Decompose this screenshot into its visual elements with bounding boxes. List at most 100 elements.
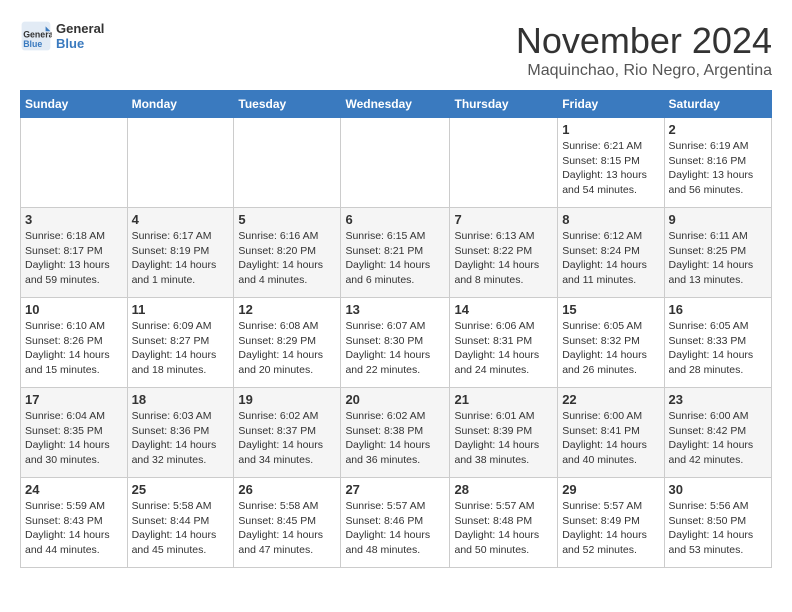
day-info: Sunrise: 6:12 AM Sunset: 8:24 PM Dayligh…: [562, 229, 659, 288]
day-number: 6: [345, 212, 445, 227]
week-row-3: 10 Sunrise: 6:10 AM Sunset: 8:26 PM Dayli…: [21, 298, 772, 388]
day-number: 7: [454, 212, 553, 227]
day-number: 3: [25, 212, 123, 227]
day-info: Sunrise: 6:21 AM Sunset: 8:15 PM Dayligh…: [562, 139, 659, 198]
day-cell: 3Sunrise: 6:18 AM Sunset: 8:17 PM Daylig…: [21, 208, 128, 298]
day-number: 19: [238, 392, 336, 407]
header-wednesday: Wednesday: [341, 91, 450, 118]
day-number: 2: [669, 122, 767, 137]
svg-text:Blue: Blue: [23, 39, 42, 49]
day-number: 26: [238, 482, 336, 497]
day-info: Sunrise: 6:09 AM Sunset: 8:27 PM Dayligh…: [132, 319, 230, 378]
day-info: Sunrise: 6:15 AM Sunset: 8:21 PM Dayligh…: [345, 229, 445, 288]
day-info: Sunrise: 6:07 AM Sunset: 8:30 PM Dayligh…: [345, 319, 445, 378]
day-cell: 6 Sunrise: 6:15 AM Sunset: 8:21 PM Daylig…: [341, 208, 450, 298]
day-info: Sunrise: 5:57 AM Sunset: 8:48 PM Dayligh…: [454, 499, 553, 558]
day-number: 12: [238, 302, 336, 317]
week-row-2: 3Sunrise: 6:18 AM Sunset: 8:17 PM Daylig…: [21, 208, 772, 298]
day-info: Sunrise: 5:56 AM Sunset: 8:50 PM Dayligh…: [669, 499, 767, 558]
title-section: November 2024 Maquinchao, Rio Negro, Arg…: [516, 20, 772, 80]
day-cell: 27 Sunrise: 5:57 AM Sunset: 8:46 PM Dayli…: [341, 478, 450, 568]
day-info: Sunrise: 5:57 AM Sunset: 8:49 PM Dayligh…: [562, 499, 659, 558]
day-number: 22: [562, 392, 659, 407]
day-cell: [341, 118, 450, 208]
logo-blue: Blue: [56, 36, 104, 51]
calendar-header-row: SundayMondayTuesdayWednesdayThursdayFrid…: [21, 91, 772, 118]
day-cell: 2 Sunrise: 6:19 AM Sunset: 8:16 PM Daylig…: [664, 118, 771, 208]
day-cell: 24 Sunrise: 5:59 AM Sunset: 8:43 PM Dayli…: [21, 478, 128, 568]
day-info: Sunrise: 6:05 AM Sunset: 8:32 PM Dayligh…: [562, 319, 659, 378]
day-number: 24: [25, 482, 123, 497]
day-cell: 8 Sunrise: 6:12 AM Sunset: 8:24 PM Daylig…: [558, 208, 664, 298]
day-cell: [450, 118, 558, 208]
day-cell: 10 Sunrise: 6:10 AM Sunset: 8:26 PM Dayli…: [21, 298, 128, 388]
day-cell: 26Sunrise: 5:58 AM Sunset: 8:45 PM Dayli…: [234, 478, 341, 568]
day-number: 29: [562, 482, 659, 497]
header-monday: Monday: [127, 91, 234, 118]
day-number: 13: [345, 302, 445, 317]
header-sunday: Sunday: [21, 91, 128, 118]
day-info: Sunrise: 6:02 AM Sunset: 8:38 PM Dayligh…: [345, 409, 445, 468]
day-cell: 4Sunrise: 6:17 AM Sunset: 8:19 PM Daylig…: [127, 208, 234, 298]
day-number: 28: [454, 482, 553, 497]
week-row-1: 1Sunrise: 6:21 AM Sunset: 8:15 PM Daylig…: [21, 118, 772, 208]
day-number: 8: [562, 212, 659, 227]
day-cell: 14Sunrise: 6:06 AM Sunset: 8:31 PM Dayli…: [450, 298, 558, 388]
day-cell: 19 Sunrise: 6:02 AM Sunset: 8:37 PM Dayli…: [234, 388, 341, 478]
day-number: 10: [25, 302, 123, 317]
day-number: 4: [132, 212, 230, 227]
day-cell: 15 Sunrise: 6:05 AM Sunset: 8:32 PM Dayli…: [558, 298, 664, 388]
day-info: Sunrise: 6:04 AM Sunset: 8:35 PM Dayligh…: [25, 409, 123, 468]
day-cell: 22 Sunrise: 6:00 AM Sunset: 8:41 PM Dayli…: [558, 388, 664, 478]
day-info: Sunrise: 6:16 AM Sunset: 8:20 PM Dayligh…: [238, 229, 336, 288]
day-info: Sunrise: 5:59 AM Sunset: 8:43 PM Dayligh…: [25, 499, 123, 558]
day-cell: 20Sunrise: 6:02 AM Sunset: 8:38 PM Dayli…: [341, 388, 450, 478]
day-cell: 7 Sunrise: 6:13 AM Sunset: 8:22 PM Daylig…: [450, 208, 558, 298]
day-number: 23: [669, 392, 767, 407]
day-number: 17: [25, 392, 123, 407]
day-info: Sunrise: 6:10 AM Sunset: 8:26 PM Dayligh…: [25, 319, 123, 378]
day-cell: 21Sunrise: 6:01 AM Sunset: 8:39 PM Dayli…: [450, 388, 558, 478]
day-cell: 1Sunrise: 6:21 AM Sunset: 8:15 PM Daylig…: [558, 118, 664, 208]
day-info: Sunrise: 6:03 AM Sunset: 8:36 PM Dayligh…: [132, 409, 230, 468]
week-row-5: 24 Sunrise: 5:59 AM Sunset: 8:43 PM Dayli…: [21, 478, 772, 568]
day-cell: [127, 118, 234, 208]
day-cell: 13 Sunrise: 6:07 AM Sunset: 8:30 PM Dayli…: [341, 298, 450, 388]
day-info: Sunrise: 6:11 AM Sunset: 8:25 PM Dayligh…: [669, 229, 767, 288]
day-cell: 9 Sunrise: 6:11 AM Sunset: 8:25 PM Daylig…: [664, 208, 771, 298]
day-info: Sunrise: 5:57 AM Sunset: 8:46 PM Dayligh…: [345, 499, 445, 558]
day-cell: 17 Sunrise: 6:04 AM Sunset: 8:35 PM Dayli…: [21, 388, 128, 478]
day-number: 21: [454, 392, 553, 407]
day-cell: 28 Sunrise: 5:57 AM Sunset: 8:48 PM Dayli…: [450, 478, 558, 568]
header-saturday: Saturday: [664, 91, 771, 118]
day-number: 27: [345, 482, 445, 497]
day-info: Sunrise: 5:58 AM Sunset: 8:44 PM Dayligh…: [132, 499, 230, 558]
day-cell: 30 Sunrise: 5:56 AM Sunset: 8:50 PM Dayli…: [664, 478, 771, 568]
header-thursday: Thursday: [450, 91, 558, 118]
day-cell: 16Sunrise: 6:05 AM Sunset: 8:33 PM Dayli…: [664, 298, 771, 388]
day-cell: 11 Sunrise: 6:09 AM Sunset: 8:27 PM Dayli…: [127, 298, 234, 388]
day-info: Sunrise: 6:02 AM Sunset: 8:37 PM Dayligh…: [238, 409, 336, 468]
day-number: 18: [132, 392, 230, 407]
day-info: Sunrise: 6:19 AM Sunset: 8:16 PM Dayligh…: [669, 139, 767, 198]
day-number: 15: [562, 302, 659, 317]
week-row-4: 17 Sunrise: 6:04 AM Sunset: 8:35 PM Dayli…: [21, 388, 772, 478]
day-cell: 29 Sunrise: 5:57 AM Sunset: 8:49 PM Dayli…: [558, 478, 664, 568]
day-cell: 25Sunrise: 5:58 AM Sunset: 8:44 PM Dayli…: [127, 478, 234, 568]
day-info: Sunrise: 6:05 AM Sunset: 8:33 PM Dayligh…: [669, 319, 767, 378]
day-info: Sunrise: 6:13 AM Sunset: 8:22 PM Dayligh…: [454, 229, 553, 288]
day-cell: [234, 118, 341, 208]
day-number: 11: [132, 302, 230, 317]
header-friday: Friday: [558, 91, 664, 118]
day-info: Sunrise: 6:08 AM Sunset: 8:29 PM Dayligh…: [238, 319, 336, 378]
day-number: 5: [238, 212, 336, 227]
month-title: November 2024: [516, 20, 772, 62]
header: General Blue General Blue November 2024 …: [20, 20, 772, 80]
day-cell: 23Sunrise: 6:00 AM Sunset: 8:42 PM Dayli…: [664, 388, 771, 478]
day-info: Sunrise: 6:06 AM Sunset: 8:31 PM Dayligh…: [454, 319, 553, 378]
day-number: 30: [669, 482, 767, 497]
day-cell: 5 Sunrise: 6:16 AM Sunset: 8:20 PM Daylig…: [234, 208, 341, 298]
day-info: Sunrise: 6:00 AM Sunset: 8:41 PM Dayligh…: [562, 409, 659, 468]
day-number: 9: [669, 212, 767, 227]
day-cell: 12 Sunrise: 6:08 AM Sunset: 8:29 PM Dayli…: [234, 298, 341, 388]
